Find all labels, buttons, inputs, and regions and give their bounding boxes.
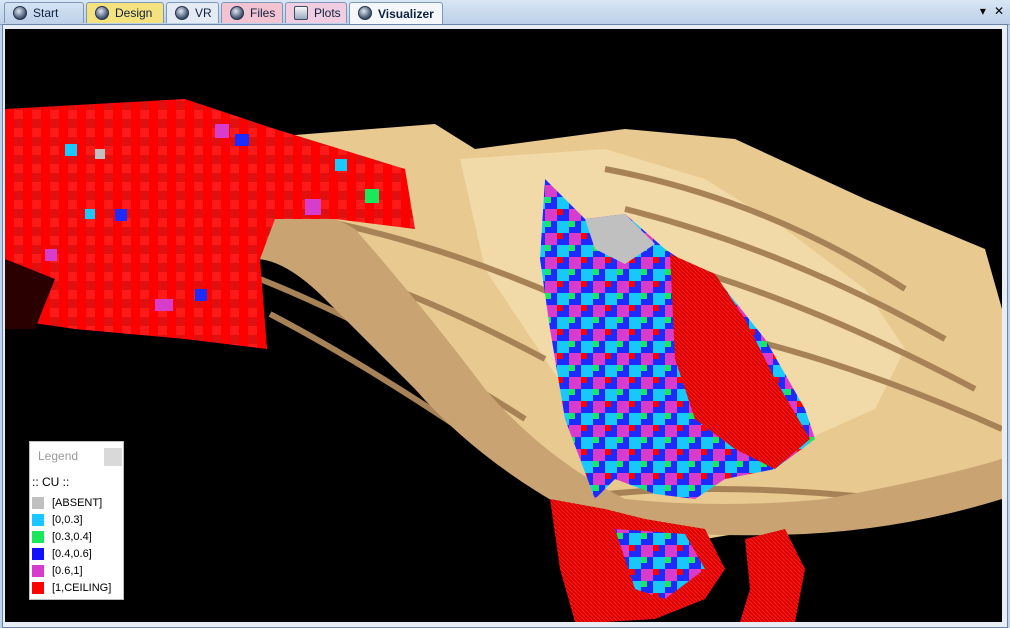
legend-item-label: [ABSENT] [52, 497, 103, 509]
legend-swatch [32, 582, 44, 594]
tab-label: Design [115, 6, 153, 20]
tab-label: Plots [314, 6, 341, 20]
tab-label: VR [195, 6, 212, 20]
legend-item: [0.4,0.6] [32, 547, 92, 561]
3d-viewport[interactable]: Legend :: CU :: [ABSENT] [0,0.3] [0.3,0.… [5, 29, 1002, 622]
legend-swatch [32, 514, 44, 526]
tab-bar: Start Design VR Files Plots Visualizer ▾… [0, 0, 1010, 25]
window-controls: ▾ ✕ [980, 4, 1004, 18]
legend-swatch [32, 497, 44, 509]
tab-label: Start [33, 6, 59, 20]
dropdown-icon[interactable]: ▾ [980, 4, 986, 18]
tab-vr[interactable]: VR [166, 2, 219, 23]
close-icon[interactable]: ✕ [994, 4, 1004, 18]
legend-item: [ABSENT] [32, 496, 102, 510]
legend-title: Legend [38, 449, 79, 463]
orebody-lower-right [740, 529, 805, 622]
legend-swatch [32, 531, 44, 543]
tab-label: Visualizer [378, 6, 434, 21]
legend-collapse-button[interactable] [104, 448, 122, 466]
tab-plots[interactable]: Plots [285, 2, 347, 23]
tab-files[interactable]: Files [221, 2, 283, 23]
chart-window-icon [294, 6, 308, 20]
legend-item-label: [0,0.3] [52, 514, 83, 526]
legend-item: [0.6,1] [32, 564, 83, 578]
pit-model-render [5, 99, 1002, 622]
tab-start[interactable]: Start [4, 2, 84, 23]
legend-item-label: [0.3,0.4] [52, 531, 92, 543]
legend-variable: :: CU :: [32, 475, 70, 489]
legend-item-label: [0.6,1] [52, 565, 83, 577]
tab-design[interactable]: Design [86, 2, 164, 23]
tab-visualizer[interactable]: Visualizer [349, 2, 443, 24]
globe-icon [95, 6, 109, 20]
legend-swatch [32, 565, 44, 577]
legend-item: [0.3,0.4] [32, 530, 92, 544]
legend-item-label: [0.4,0.6] [52, 548, 92, 560]
legend-panel[interactable]: Legend :: CU :: [ABSENT] [0,0.3] [0.3,0.… [29, 441, 124, 600]
legend-item: [1,CEILING] [32, 581, 111, 595]
globe-icon [13, 6, 27, 20]
legend-item: [0,0.3] [32, 513, 83, 527]
legend-swatch [32, 548, 44, 560]
tab-label: Files [250, 6, 276, 20]
globe-icon [358, 6, 372, 20]
vr-globe-icon [175, 6, 189, 20]
legend-item-label: [1,CEILING] [52, 582, 112, 594]
globe-icon [230, 6, 244, 20]
